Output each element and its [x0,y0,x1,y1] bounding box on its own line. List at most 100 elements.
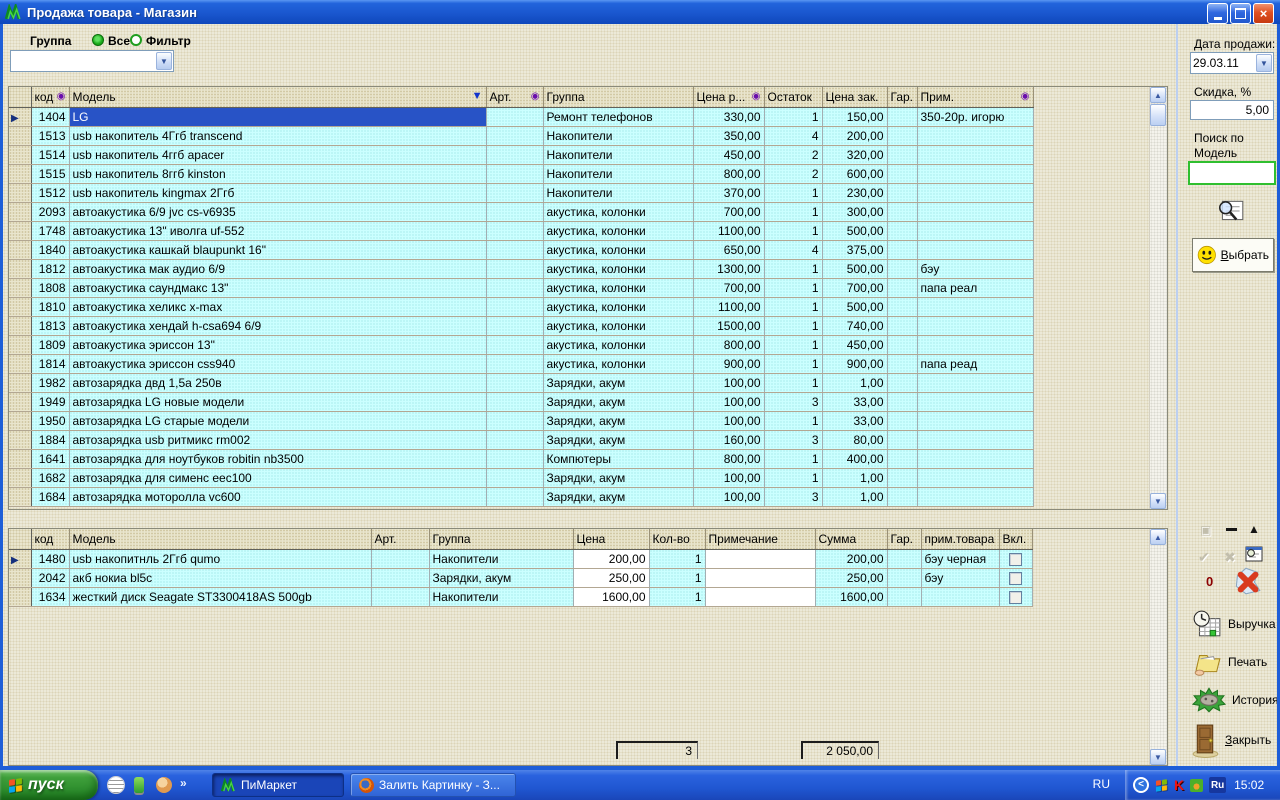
cell-note[interactable] [917,449,1034,469]
tray-windows-icon[interactable] [1155,778,1168,792]
column-header[interactable]: Прим. ◉ [917,87,1034,108]
cell-price[interactable]: 1600,00 [573,587,650,607]
cell-note[interactable]: папа реад [917,354,1034,374]
cell-code[interactable]: 1808 [31,278,70,298]
cell-stock[interactable]: 2 [764,164,823,184]
cell-model[interactable]: автоакустика 13" иволга uf-552 [69,221,487,241]
cell-model[interactable]: usb накопитель 8ггб kinston [69,164,487,184]
cell-code[interactable]: 1515 [31,164,70,184]
cell-group[interactable]: акустика, колонки [543,259,694,279]
cell-purchase[interactable]: 33,00 [822,411,888,431]
date-combobox[interactable]: ▼ [1190,52,1274,74]
cell-art[interactable] [371,587,430,607]
cell-code[interactable]: 1634 [31,587,70,607]
cell-model[interactable]: LG [69,107,487,127]
cell-code[interactable]: 1480 [31,549,70,569]
cell-art[interactable] [486,164,544,184]
cell-item_note[interactable]: бэу [921,568,1000,588]
cell-code[interactable]: 2042 [31,568,70,588]
table-row[interactable]: 1748 автоакустика 13" иволга uf-552 акусти… [9,221,1034,241]
cell-art[interactable] [486,430,544,450]
cell-gar[interactable] [887,126,918,146]
main-grid-scrollbar[interactable]: ▲ ▼ [1149,87,1167,509]
close-button[interactable]: × [1253,3,1274,24]
cell-note[interactable]: папа реал [917,278,1034,298]
scroll-down-icon[interactable]: ▼ [1150,493,1166,509]
cell-stock[interactable]: 1 [764,354,823,374]
cell-purchase[interactable]: 375,00 [822,240,888,260]
cell-model[interactable]: автозарядка двд 1,5а 250в [69,373,487,393]
cell-price[interactable]: 100,00 [693,373,765,393]
cell-gar[interactable] [887,354,918,374]
cell-art[interactable] [486,107,544,127]
table-row[interactable]: 1809 автоакустика эриссон 13" акустика, ко… [9,335,1034,355]
tray-lang-badge[interactable]: Ru [1209,777,1227,793]
cell-stock[interactable]: 4 [764,126,823,146]
cell-purchase[interactable]: 900,00 [822,354,888,374]
cell-gar[interactable] [887,259,918,279]
cell-art[interactable] [486,259,544,279]
cell-note[interactable] [705,549,816,569]
cell-purchase[interactable]: 1,00 [822,468,888,488]
cell-group[interactable]: Накопители [543,145,694,165]
cell-gar[interactable] [887,240,918,260]
cell-code[interactable]: 1684 [31,487,70,507]
cell-stock[interactable]: 1 [764,278,823,298]
filter-icon[interactable]: ◉ [531,91,540,102]
cell-purchase[interactable]: 500,00 [822,221,888,241]
close-app-button[interactable]: Закрыть [1192,724,1271,758]
cell-code[interactable]: 1682 [31,468,70,488]
scroll-down-icon[interactable]: ▼ [1150,749,1166,765]
maximize-button[interactable] [1230,3,1251,24]
cell-price[interactable]: 450,00 [693,145,765,165]
cell-art[interactable] [486,202,544,222]
table-row[interactable]: 1514 usb накопитель 4ггб apacer Накопители… [9,145,1034,165]
tray-agent-icon[interactable] [1190,778,1204,792]
cell-gar[interactable] [887,487,918,507]
cell-group[interactable]: акустика, колонки [543,316,694,336]
cell-note[interactable] [917,430,1034,450]
include-checkbox[interactable] [1008,571,1022,585]
cell-purchase[interactable]: 1,00 [822,373,888,393]
cell-note[interactable] [917,164,1034,184]
insert-record-icon[interactable]: ▣ [1200,524,1211,536]
cell-model[interactable]: автозарядка usb ритмикс rm002 [69,430,487,450]
cell-gar[interactable] [887,549,922,569]
cell-price[interactable]: 250,00 [573,568,650,588]
cell-model[interactable]: автоакустика хендай h-csa694 6/9 [69,316,487,336]
column-header[interactable]: Модель [69,529,372,550]
cell-group[interactable]: акустика, колонки [543,240,694,260]
cell-note[interactable] [917,335,1034,355]
cell-note[interactable] [917,373,1034,393]
cell-incl[interactable] [999,587,1033,607]
date-combobox-input[interactable] [1193,54,1254,72]
table-row[interactable]: 1812 автоакустика мак аудио 6/9 акустика, … [9,259,1034,279]
column-header[interactable]: Модель ▼ [69,87,487,108]
filter-icon[interactable]: ◉ [752,91,761,102]
cell-model[interactable]: автоакустика хеликс x-max [69,297,487,317]
include-checkbox[interactable] [1008,552,1022,566]
cell-group[interactable]: Зарядки, акум [543,392,694,412]
cell-art[interactable] [486,354,544,374]
cell-model[interactable]: акб нокиа bl5c [69,568,372,588]
column-header[interactable]: Группа [543,87,694,108]
cell-code[interactable]: 1884 [31,430,70,450]
cell-model[interactable]: usb накопитнль 2Ггб qumo [69,549,372,569]
cell-qty[interactable]: 1 [649,549,706,569]
column-header[interactable]: Остаток [764,87,823,108]
cell-note[interactable]: 350-20р. игорю [917,107,1034,127]
cell-price[interactable]: 700,00 [693,202,765,222]
cell-model[interactable]: usb накопитель 4Ггб transcend [69,126,487,146]
cell-model[interactable]: автоакустика эриссон css940 [69,354,487,374]
column-header[interactable]: код [31,529,70,550]
cell-stock[interactable]: 1 [764,259,823,279]
column-header[interactable]: Гар. [887,87,918,108]
cell-code[interactable]: 1814 [31,354,70,374]
cell-note[interactable] [917,316,1034,336]
select-button[interactable]: Выбрать [1192,238,1274,272]
cell-purchase[interactable]: 600,00 [822,164,888,184]
cell-group[interactable]: акустика, колонки [543,202,694,222]
cell-qty[interactable]: 1 [649,568,706,588]
cell-model[interactable]: автозарядка LG старые модели [69,411,487,431]
search-document-icon[interactable] [1216,196,1246,231]
